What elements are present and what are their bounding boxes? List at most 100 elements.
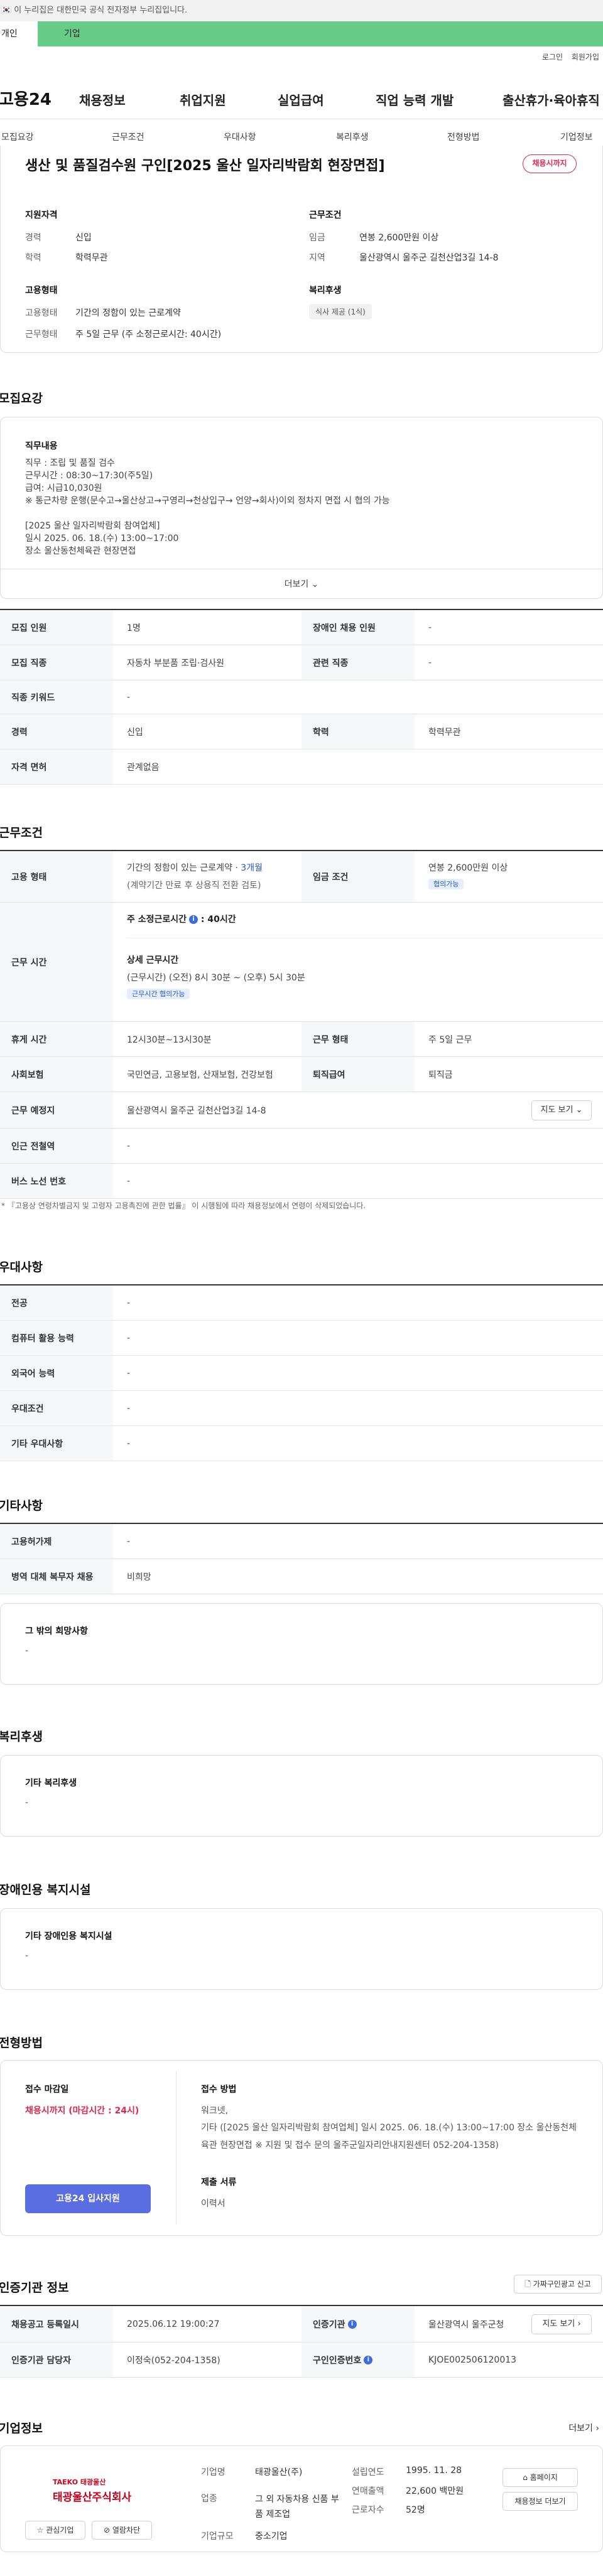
chevron-down-icon: ⌄ bbox=[311, 579, 319, 589]
gnb-item-parental-leave[interactable]: 출산휴가·육아휴직 bbox=[503, 90, 600, 109]
subnav-recruit[interactable]: 모집요강 bbox=[1, 131, 34, 143]
gnb-item-employment-support[interactable]: 취업지원 bbox=[180, 90, 226, 109]
signup-link[interactable]: 회원가입 bbox=[572, 53, 599, 62]
agency-map-button[interactable]: 지도 보기 › bbox=[531, 2314, 592, 2334]
wage-value: 연봉 2,600만원 이상 bbox=[359, 233, 439, 243]
gnb-item-unemployment-benefit[interactable]: 실업급여 bbox=[278, 90, 324, 109]
employment-type-text: 기간의 정함이 있는 근로계약 bbox=[127, 863, 232, 873]
career-label: 경력 bbox=[25, 233, 41, 243]
docs-label: 제출 서류 bbox=[201, 2177, 237, 2187]
table-cell: 관계없음 bbox=[127, 762, 160, 773]
more-label: 더보기 bbox=[284, 579, 309, 589]
subnav-welfare[interactable]: 복리후생 bbox=[336, 131, 369, 143]
qualification-heading: 지원자격 bbox=[25, 210, 58, 220]
welfare-chip: 식사 제공 (1식) bbox=[309, 304, 372, 319]
homepage-label: 홈페이지 bbox=[530, 2473, 558, 2482]
disability-section-title: 장애인용 복지시설 bbox=[0, 1883, 91, 1897]
map-view-button[interactable]: 지도 보기 ⌄ bbox=[531, 1100, 592, 1120]
founded-value: 1995. 11. 28 bbox=[406, 2466, 462, 2476]
table-cell: 울산광역시 울주군청 bbox=[428, 2319, 504, 2330]
cert-table: 채용공고 등록일시 2025.06.12 19:00:27 인증기관 i 울산광역… bbox=[0, 2305, 603, 2378]
table-row: 고용 형태 기간의 정함이 있는 근로계약 · 3개월 (계약기간 만료 후 상… bbox=[0, 851, 603, 903]
deadline-label: 접수 마감일 bbox=[25, 2085, 69, 2095]
table-header: 휴게 시간 bbox=[0, 1022, 113, 1056]
subnav-company[interactable]: 기업정보 bbox=[560, 131, 593, 143]
area-value: 울산광역시 울주군 길천산업3길 14-8 bbox=[359, 253, 499, 263]
company-more-link[interactable]: 더보기 › bbox=[568, 2422, 599, 2434]
table-row: 외국어 능력 - bbox=[0, 1356, 603, 1391]
detail-hours: (근무시간) (오전) 8시 30분 ~ (오후) 5시 30분 bbox=[127, 973, 305, 983]
info-icon[interactable]: i bbox=[364, 2355, 373, 2364]
company-name-value: 태광울산(주) bbox=[255, 2467, 303, 2477]
homepage-button[interactable]: ⌂ 홈페이지 bbox=[503, 2468, 578, 2487]
subnav-preference[interactable]: 우대사항 bbox=[224, 131, 256, 143]
table-cell: - bbox=[127, 1176, 131, 1186]
table-header: 관련 직종 bbox=[302, 645, 415, 680]
block-view-button[interactable]: ⊘ 열람차단 bbox=[92, 2521, 152, 2540]
table-cell: 연봉 2,600만원 이상 협의가능 bbox=[415, 851, 603, 902]
table-cell: - bbox=[127, 1297, 131, 1308]
table-cell: - bbox=[127, 1536, 131, 1547]
sales-value: 22,600 백만원 bbox=[406, 2486, 464, 2496]
gnb-item-jobs[interactable]: 채용정보 bbox=[79, 90, 126, 109]
login-link[interactable]: 로그인 bbox=[542, 53, 563, 62]
info-icon[interactable]: i bbox=[347, 2319, 357, 2329]
disability-box-value: - bbox=[25, 1951, 29, 1961]
table-cell: 울산광역시 울주군 길천산업3길 14-8 bbox=[127, 1105, 266, 1116]
fake-ad-report-button[interactable]: 🗋 가짜구인광고 신고 bbox=[514, 2275, 602, 2294]
table-header: 채용공고 등록일시 bbox=[0, 2306, 113, 2342]
tab-corporate[interactable]: 기업 bbox=[38, 21, 603, 46]
table-cell: - bbox=[127, 1368, 131, 1378]
table-cell: - bbox=[127, 1333, 131, 1343]
table-cell: 기간의 정함이 있는 근로계약 · 3개월 (계약기간 만료 후 상용직 전환 … bbox=[113, 851, 302, 902]
sales-label: 연매출액 bbox=[352, 2486, 384, 2496]
table-row: 근무 시간 주 소정근로시간 i : 40시간 상세 근무시간 (근무시간) (오… bbox=[0, 903, 603, 1022]
etc-hope-label: 그 밖의 희망사항 bbox=[25, 1626, 88, 1636]
duty-line: 급여: 시급10,030원 bbox=[25, 483, 102, 493]
table-header: 퇴직급여 bbox=[302, 1057, 415, 1092]
subnav-selection[interactable]: 전형방법 bbox=[447, 131, 480, 143]
wage-label: 임금 bbox=[309, 233, 325, 243]
table-header: 직종 키워드 bbox=[0, 680, 113, 714]
table-header: 우대조건 bbox=[0, 1391, 113, 1425]
util-links: 로그인 회원가입 bbox=[536, 51, 599, 62]
welfare-box-label: 기타 복리후생 bbox=[25, 1778, 77, 1788]
etc-hope-value: - bbox=[25, 1646, 29, 1656]
table-header: 인증기관 담당자 bbox=[0, 2343, 113, 2377]
apply-button[interactable]: 고용24 입사지원 bbox=[25, 2184, 151, 2213]
table-cell: 비희망 bbox=[127, 1572, 151, 1582]
weekly-hours-value: 40시간 bbox=[207, 915, 236, 925]
table-header: 고용허가제 bbox=[0, 1524, 113, 1559]
company-section-title: 기업정보 bbox=[0, 2422, 43, 2435]
wage-text: 연봉 2,600만원 이상 bbox=[428, 863, 508, 873]
table-cell: 이정숙(052-204-1358) bbox=[127, 2355, 220, 2366]
table-row: 사회보험 국민연금, 고용보험, 산재보험, 건강보험 퇴직급여 퇴직금 bbox=[0, 1057, 603, 1092]
subnav-conditions[interactable]: 근무조건 bbox=[112, 131, 144, 143]
table-row: 직종 키워드 - bbox=[0, 680, 603, 714]
duty-line: 직무 : 조립 및 품질 검수 bbox=[25, 458, 115, 468]
detail-hours-title: 상세 근무시간 bbox=[127, 938, 603, 966]
company-jobs-button[interactable]: 채용정보 더보기 bbox=[503, 2492, 578, 2511]
size-value: 중소기업 bbox=[255, 2531, 288, 2541]
table-row: 병역 대체 복무자 채용 비희망 bbox=[0, 1559, 603, 1594]
welfare-box bbox=[0, 1755, 603, 1837]
tab-personal[interactable]: 개인 bbox=[0, 21, 38, 46]
company-more-label: 더보기 bbox=[568, 2423, 593, 2434]
table-cell: 1명 bbox=[127, 623, 141, 633]
table-cell: - bbox=[428, 622, 432, 633]
info-icon[interactable]: i bbox=[189, 915, 198, 924]
work-type-label: 근무형태 bbox=[25, 330, 58, 340]
weekly-hours-label: 주 소정근로시간 bbox=[127, 915, 187, 925]
gnb-item-training[interactable]: 직업 능력 개발 bbox=[376, 90, 454, 109]
duty-more-button[interactable]: 더보기 ⌄ bbox=[0, 569, 603, 599]
site-logo[interactable]: 고용24 bbox=[0, 87, 52, 110]
table-header: 근무 형태 bbox=[302, 1022, 415, 1056]
career-value: 신입 bbox=[75, 233, 92, 243]
interest-company-button[interactable]: ☆ 관심기업 bbox=[25, 2521, 85, 2540]
document-icon: 🗋 bbox=[524, 2280, 531, 2289]
table-header: 근무 예정지 bbox=[0, 1092, 113, 1128]
table-cell: - bbox=[127, 1438, 131, 1449]
flag-icon: 🇰🇷 bbox=[1, 6, 12, 15]
table-cell: 2025.06.12 19:00:27 bbox=[127, 2319, 220, 2329]
table-cell: 국민연금, 고용보험, 산재보험, 건강보험 bbox=[127, 1070, 273, 1080]
